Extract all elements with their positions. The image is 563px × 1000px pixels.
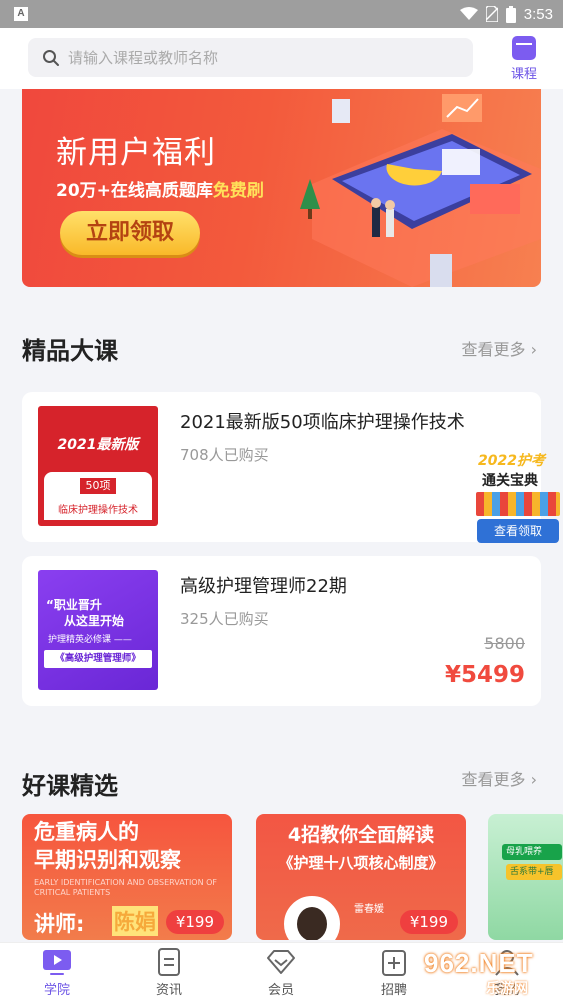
tab-label: 会员 bbox=[267, 983, 294, 998]
cover-caption: 临床护理操作技术 bbox=[58, 505, 138, 516]
cover-line: 护理精英必修课 —— bbox=[48, 635, 132, 645]
document-icon bbox=[154, 947, 184, 977]
clock: 3:53 bbox=[523, 5, 553, 23]
search-bar[interactable] bbox=[28, 38, 473, 77]
watermark-logo: 962.NET bbox=[424, 948, 534, 978]
good-section-title: 好课精选 bbox=[22, 772, 118, 800]
banner-title: 新用户福利 bbox=[56, 135, 216, 171]
featured-course-card[interactable]: 4招教你全面解读 《护理十八项核心制度》 雷春媛 ¥199 bbox=[256, 814, 466, 940]
card-tag: 母乳喂养 bbox=[502, 844, 562, 860]
watermark-text: 乐游网 bbox=[486, 981, 528, 997]
wifi-icon bbox=[459, 7, 478, 20]
float-ad-button[interactable]: 查看领取 bbox=[477, 519, 559, 543]
status-bar: A 3:53 bbox=[0, 0, 563, 28]
card-subtitle: 《护理十八项核心制度》 bbox=[278, 854, 444, 872]
course-card[interactable]: “职业晋升 从这里开始 护理精英必修课 —— 《高级护理管理师》 高级护理管理师… bbox=[22, 556, 541, 706]
battery-icon bbox=[505, 5, 516, 23]
cover-line: “职业晋升 bbox=[46, 598, 102, 612]
good-more-label: 查看更多 bbox=[461, 770, 526, 789]
purchase-count: 708人已购买 bbox=[180, 446, 269, 464]
diamond-icon bbox=[266, 947, 296, 977]
course-button[interactable]: 课程 bbox=[504, 36, 544, 84]
card-title-line: 早期识别和观察 bbox=[34, 848, 181, 872]
banner-illustration bbox=[300, 94, 541, 287]
tab-membership[interactable]: 会员 bbox=[236, 943, 326, 1000]
course-title: 高级护理管理师22期 bbox=[180, 576, 347, 597]
course-cover: 2021最新版 50项 临床护理操作技术 bbox=[38, 406, 158, 526]
card-tag: 舌系带+唇 bbox=[506, 864, 562, 880]
cover-tag: 50项 bbox=[80, 478, 116, 494]
teacher-avatar bbox=[284, 896, 340, 940]
books-icon bbox=[476, 492, 560, 516]
lecturer-label: 讲师: bbox=[34, 912, 85, 936]
sale-price: ¥5499 bbox=[444, 662, 525, 688]
course-card[interactable]: 2021最新版 50项 临床护理操作技术 2021最新版50项临床护理操作技术 … bbox=[22, 392, 541, 542]
add-card-icon bbox=[379, 947, 409, 977]
chevron-right-icon: › bbox=[530, 340, 537, 359]
top-bar: 课程 bbox=[0, 28, 563, 89]
float-ad-title: 通关宝典 bbox=[482, 473, 538, 489]
chevron-right-icon: › bbox=[530, 770, 537, 789]
tab-label: 学院 bbox=[43, 983, 70, 998]
tab-news[interactable]: 资讯 bbox=[124, 943, 214, 1000]
play-icon bbox=[42, 947, 72, 977]
featured-course-card[interactable]: 母乳喂养 舌系带+唇 bbox=[488, 814, 563, 940]
banner-subtitle-text: 20万+在线高质题库 bbox=[56, 181, 213, 201]
course-icon bbox=[512, 36, 536, 60]
card-title: 4招教你全面解读 bbox=[287, 824, 435, 846]
claim-button[interactable]: 立即领取 bbox=[60, 211, 200, 255]
search-icon bbox=[43, 49, 59, 66]
purchase-count: 325人已购买 bbox=[180, 610, 269, 628]
app-notification-icon: A bbox=[14, 7, 28, 21]
banner-subtitle-highlight: 免费刷 bbox=[212, 181, 264, 201]
premium-more-label: 查看更多 bbox=[461, 340, 526, 359]
cover-headline: 2021最新版 bbox=[57, 437, 139, 453]
course-title: 2021最新版50项临床护理操作技术 bbox=[180, 412, 465, 433]
card-english-subtitle: EARLY IDENTIFICATION AND OBSERVATION OF … bbox=[34, 878, 218, 897]
search-input[interactable] bbox=[68, 48, 448, 67]
site-watermark: 962.NET 乐游网 bbox=[424, 948, 560, 997]
promo-banner[interactable]: 新用户福利 20万+在线高质题库免费刷 立即领取 bbox=[22, 89, 541, 287]
original-price: 5800 bbox=[484, 634, 525, 653]
card-title-line: 危重病人的 bbox=[34, 820, 139, 844]
teacher-name: 雷春媛 bbox=[354, 904, 384, 915]
price-tag: ¥199 bbox=[399, 910, 458, 934]
tab-academy[interactable]: 学院 bbox=[12, 943, 102, 1000]
tab-label: 资讯 bbox=[155, 983, 182, 998]
course-cover: “职业晋升 从这里开始 护理精英必修课 —— 《高级护理管理师》 bbox=[38, 570, 158, 690]
cover-tag: 《高级护理管理师》 bbox=[44, 650, 152, 668]
banner-subtitle: 20万+在线高质题库免费刷 bbox=[56, 176, 264, 201]
premium-section-title: 精品大课 bbox=[22, 337, 118, 365]
course-label: 课程 bbox=[510, 67, 537, 82]
lecturer-name: 陈娟 bbox=[112, 906, 158, 936]
price-tag: ¥199 bbox=[165, 910, 224, 934]
featured-course-card[interactable]: 危重病人的早期识别和观察 EARLY IDENTIFICATION AND OB… bbox=[22, 814, 232, 940]
floating-ad[interactable]: 2022护考 通关宝典 查看领取 bbox=[472, 446, 563, 546]
good-more-link[interactable]: 查看更多 › bbox=[461, 766, 537, 790]
float-ad-year: 2022护考 bbox=[478, 453, 545, 469]
cover-line: 从这里开始 bbox=[64, 614, 125, 628]
premium-more-link[interactable]: 查看更多 › bbox=[461, 336, 537, 360]
no-sim-icon bbox=[485, 6, 498, 22]
card-title: 危重病人的早期识别和观察 bbox=[34, 818, 181, 874]
